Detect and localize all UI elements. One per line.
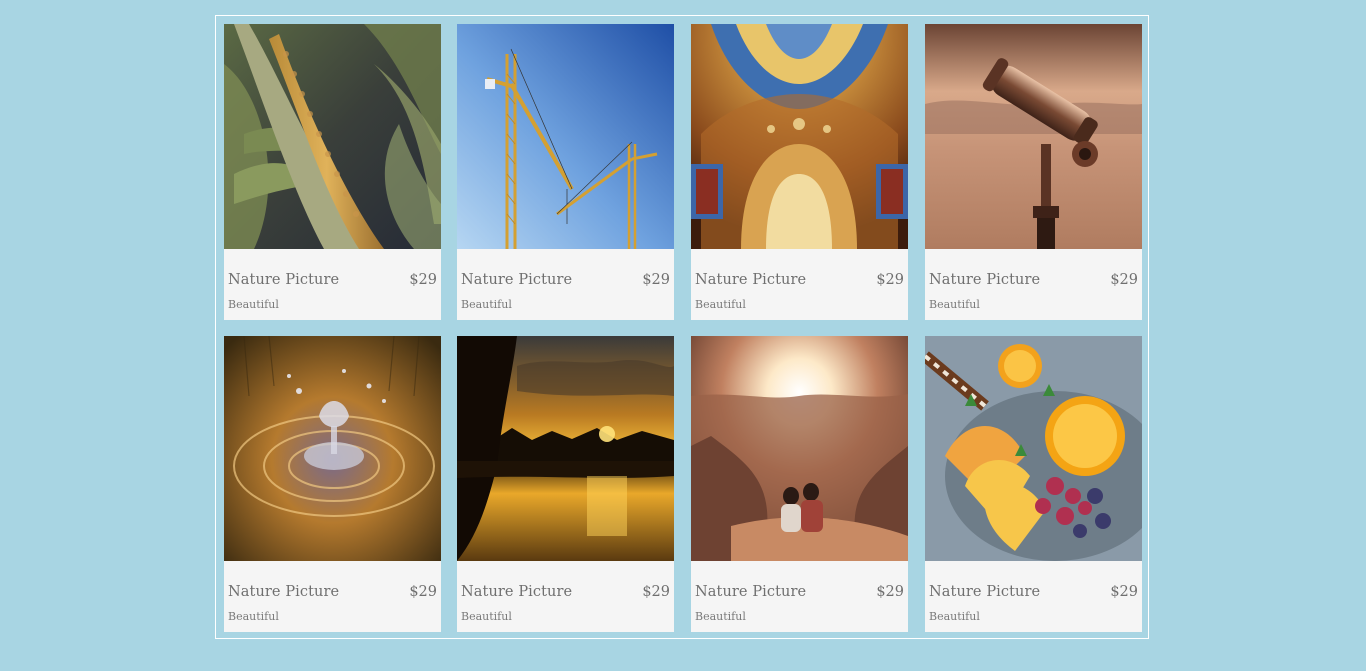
product-title: Nature Picture [929,272,1041,288]
product-title: Nature Picture [228,272,340,288]
product-info: Nature Picture $29 Beautiful [925,561,1142,632]
product-title: Nature Picture [228,584,340,600]
product-card[interactable]: Nature Picture $29 Beautiful [691,24,908,320]
product-price: $29 [1110,272,1138,288]
product-card[interactable]: Nature Picture $29 Beautiful [457,24,674,320]
product-card[interactable]: Nature Picture $29 Beautiful [457,336,674,632]
product-gallery: Nature Picture $29 Beautiful Nature Pict… [215,15,1149,639]
product-info: Nature Picture $29 Beautiful [224,561,441,632]
product-subtitle: Beautiful [461,610,512,623]
product-image-fruit-plate[interactable] [925,336,1142,561]
product-image-telescope[interactable] [925,24,1142,249]
product-image-lake-sunset[interactable] [457,336,674,561]
product-title: Nature Picture [461,272,573,288]
product-title: Nature Picture [695,272,807,288]
product-price: $29 [642,584,670,600]
product-card[interactable]: Nature Picture $29 Beautiful [224,336,441,632]
product-price: $29 [409,584,437,600]
product-card[interactable]: Nature Picture $29 Beautiful [224,24,441,320]
product-image-cathedral[interactable] [691,24,908,249]
product-info: Nature Picture $29 Beautiful [457,249,674,320]
product-card[interactable]: Nature Picture $29 Beautiful [691,336,908,632]
product-price: $29 [409,272,437,288]
product-subtitle: Beautiful [228,610,279,623]
product-price: $29 [1110,584,1138,600]
product-subtitle: Beautiful [929,610,980,623]
product-info: Nature Picture $29 Beautiful [224,249,441,320]
product-image-water-drop[interactable] [224,336,441,561]
product-image-corn[interactable] [224,24,441,249]
product-price: $29 [876,272,904,288]
product-price: $29 [642,272,670,288]
product-image-canyon-couple[interactable] [691,336,908,561]
product-info: Nature Picture $29 Beautiful [691,561,908,632]
product-info: Nature Picture $29 Beautiful [691,249,908,320]
product-price: $29 [876,584,904,600]
product-image-cranes[interactable] [457,24,674,249]
product-info: Nature Picture $29 Beautiful [457,561,674,632]
product-subtitle: Beautiful [929,298,980,311]
product-title: Nature Picture [695,584,807,600]
product-info: Nature Picture $29 Beautiful [925,249,1142,320]
product-title: Nature Picture [461,584,573,600]
product-subtitle: Beautiful [461,298,512,311]
product-title: Nature Picture [929,584,1041,600]
product-subtitle: Beautiful [695,610,746,623]
product-card[interactable]: Nature Picture $29 Beautiful [925,24,1142,320]
product-subtitle: Beautiful [228,298,279,311]
product-card[interactable]: Nature Picture $29 Beautiful [925,336,1142,632]
product-subtitle: Beautiful [695,298,746,311]
